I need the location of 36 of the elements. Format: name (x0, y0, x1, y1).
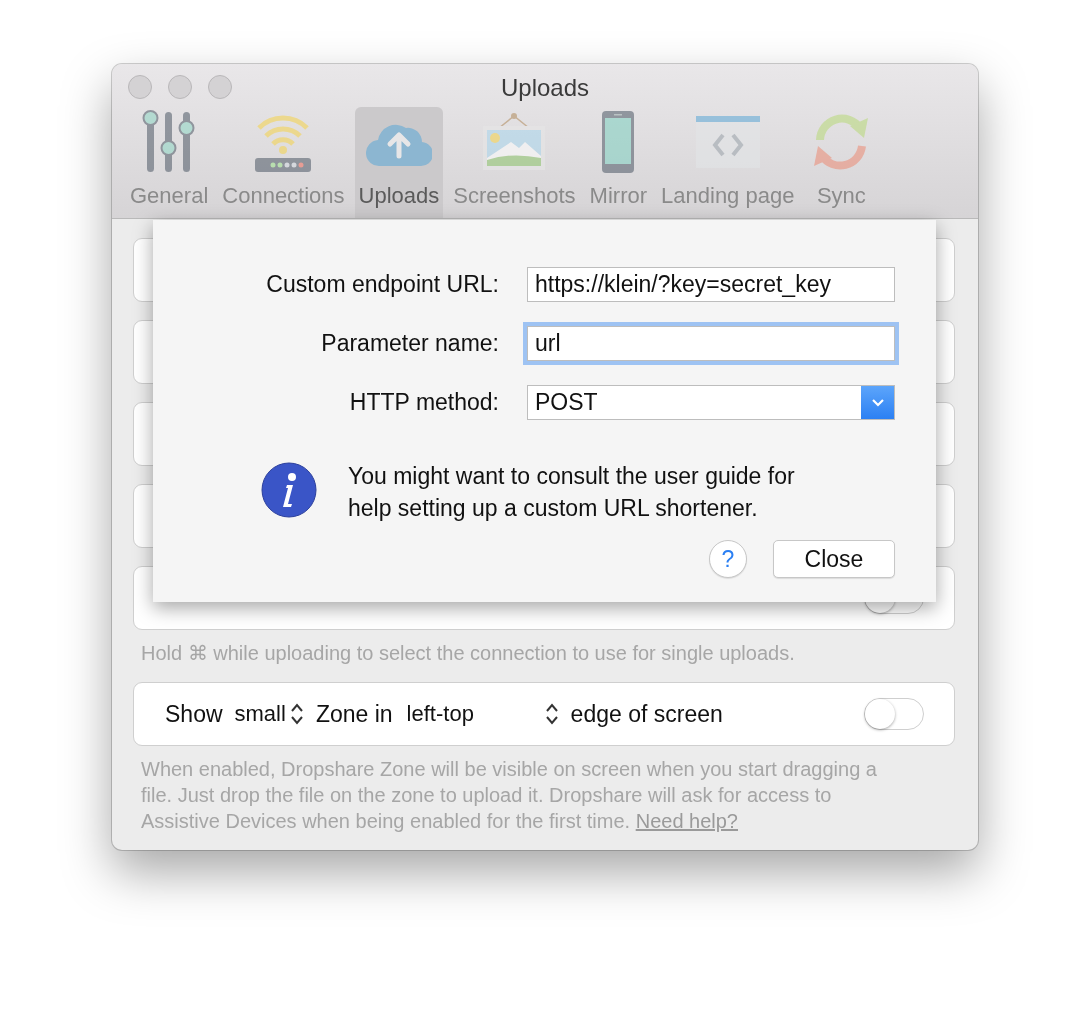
window-control-button[interactable] (128, 75, 152, 99)
input-field[interactable]: url (527, 326, 895, 361)
window-control-button[interactable] (208, 75, 232, 99)
toolbar-tab[interactable]: Landing page (657, 107, 799, 218)
toolbar-tab[interactable]: Uploads (354, 107, 444, 218)
close-button[interactable]: Close (773, 540, 895, 578)
size-popup[interactable]: small (234, 701, 304, 727)
toolbar-tab[interactable]: Mirror (585, 107, 652, 218)
toolbar-tab[interactable]: General (126, 107, 213, 218)
hint-text: When enabled, Dropshare Zone will be visible on screen when you start dragging a file. Just drop the file on the zone to upload it. Dropshare will ask for access to Assistive Devices when being enabled for the first time. Need help? (141, 757, 878, 834)
setting-label: Show (165, 700, 223, 728)
phone-icon (601, 110, 636, 174)
stepper-arrows-icon (289, 702, 304, 726)
help-link[interactable]: Need help? (635, 810, 738, 832)
toggle-switch[interactable] (864, 698, 924, 730)
field-label: Custom endpoint URL: (265, 271, 499, 298)
setting-label: Zone in (315, 700, 393, 728)
window-title: Uploads (500, 73, 590, 102)
position-popup[interactable]: left-top (406, 701, 559, 727)
toolbar-tab[interactable]: Screenshots (449, 107, 580, 218)
toolbar-tab[interactable]: Connections (218, 107, 349, 218)
method-dropdown[interactable]: POST (527, 385, 895, 420)
setting-label: edge of screen (570, 700, 724, 728)
info-icon (261, 462, 317, 518)
input-field[interactable]: https://klein/?key=secret_key (527, 267, 895, 302)
browser-window-icon (694, 115, 761, 169)
window-control-button[interactable] (168, 75, 192, 99)
stepper-arrows-icon (544, 702, 559, 726)
info-message: You might want to consult the user guide for help setting up a custom URL shortener. (348, 462, 796, 523)
field-label: Parameter name: (320, 330, 499, 357)
chevron-down-icon (871, 398, 885, 408)
help-button[interactable]: ? (709, 540, 747, 578)
field-label: HTTP method: (348, 389, 499, 416)
framed-picture-icon (481, 112, 548, 172)
hint-text: Hold ⌘ while uploading to select the connection to use for single uploads. (140, 641, 796, 666)
toolbar-tab[interactable]: Sync (804, 107, 879, 218)
